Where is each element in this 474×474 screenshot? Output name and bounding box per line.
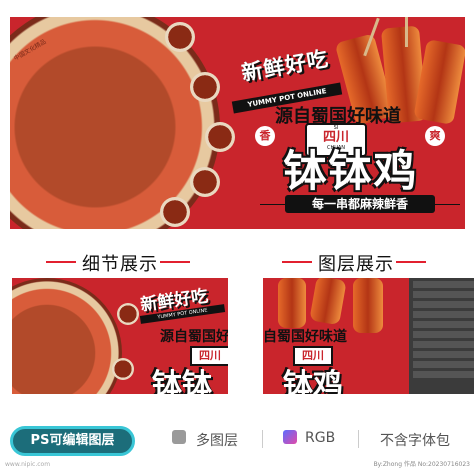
layers-line-left [282, 261, 312, 263]
spice-dish [117, 303, 139, 325]
main-banner: 中国文化精品 新鲜好吃 YUMMY POT ONLINE 源自蜀国好味道 香 爽… [10, 17, 465, 229]
detail-line-right [160, 261, 190, 263]
ps-layer-row [413, 301, 474, 308]
spice-dish [190, 167, 220, 197]
slogan-line-right [435, 204, 460, 205]
feature-fonts: 不含字体包 [380, 433, 450, 449]
spice-dish [112, 358, 134, 380]
layers-line-right [396, 261, 426, 263]
badge-new-text: 新鲜好吃 [239, 46, 331, 86]
watermark-left: www.nipic.com [5, 461, 51, 468]
origin-line: 自蜀国好味道 [263, 329, 347, 345]
ps-layer-row [413, 371, 474, 378]
slogan-line-left [260, 204, 285, 205]
layers-icon [172, 430, 186, 444]
feature-rgb: RGB [305, 430, 336, 446]
ps-layer-row [413, 351, 474, 358]
detail-line-left [46, 261, 76, 263]
skewer-image [353, 278, 383, 333]
skewer-image [278, 278, 306, 328]
origin-line: 源自蜀国好 [160, 329, 228, 345]
ps-layer-row [413, 361, 474, 368]
panel-title: 钵鸡 [283, 368, 343, 394]
spice-dish [165, 22, 195, 52]
slogan: 每一串都麻辣鲜香 [285, 195, 435, 213]
divider [262, 430, 263, 448]
ps-layers-window [409, 278, 474, 394]
skewer-image [309, 278, 347, 326]
ps-layer-row [413, 321, 474, 328]
skewer-stick [405, 17, 408, 47]
watermark-right: By:Zhong 作品 No:20230716023 [373, 461, 470, 468]
ps-layer-row [413, 311, 474, 318]
spice-dish [160, 197, 190, 227]
spice-dish [190, 72, 220, 102]
ps-layer-row [413, 291, 474, 298]
ps-layer-row [413, 341, 474, 348]
layers-panel: 自蜀国好味道 四川 钵鸡 [263, 278, 474, 394]
detail-label: 细节展示 [82, 254, 158, 275]
layers-label: 图层展示 [318, 254, 394, 275]
panel-title: 钵钵 [152, 368, 212, 394]
main-title: 钵钵鸡 [283, 147, 419, 197]
ps-layer-row [413, 281, 474, 288]
divider [358, 430, 359, 448]
ps-layer-row [413, 331, 474, 338]
ps-editable-button[interactable]: PS可编辑图层 [10, 426, 135, 456]
hotpot-bowl-image [12, 278, 122, 394]
rgb-icon [283, 430, 297, 444]
feature-layers: 多图层 [196, 433, 238, 449]
detail-panel: 新鲜好吃 YUMMY POT ONLINE 源自蜀国好 四川 钵钵 [12, 278, 228, 394]
spice-dish [205, 122, 235, 152]
